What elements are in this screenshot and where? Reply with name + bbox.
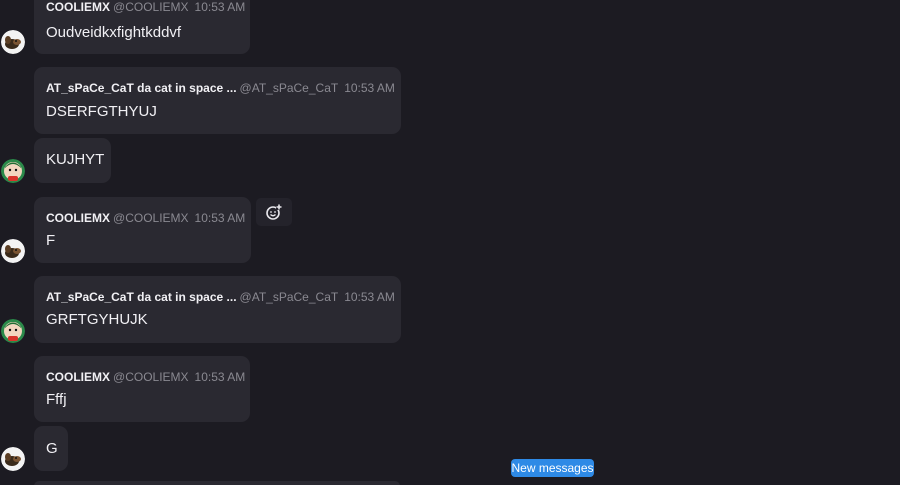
new-messages-button[interactable]: New messages xyxy=(511,459,594,477)
add-reaction-button[interactable] xyxy=(256,198,292,226)
message-bubble-partial[interactable] xyxy=(34,481,400,485)
message-timestamp: 10:53 AM xyxy=(194,211,246,225)
message-text: G xyxy=(46,440,58,457)
message-text: GRFTGYHUJK xyxy=(46,311,148,328)
message-timestamp: 10:53 AM xyxy=(344,81,395,95)
message-header: COOLIEMX @COOLIEMX 10:53 AM xyxy=(46,0,245,14)
message-header: AT_sPaCe_CaT da cat in space ... @AT_sPaC… xyxy=(46,290,395,304)
dog-avatar-icon[interactable] xyxy=(1,239,25,263)
message-bubble[interactable]: COOLIEMX @COOLIEMX 10:53 AM Oudveidkxfight… xyxy=(34,0,250,54)
message-header: COOLIEMX @COOLIEMX 10:53 AM xyxy=(46,370,245,384)
message-bubble[interactable]: COOLIEMX @COOLIEMX 10:53 AM F xyxy=(34,197,251,263)
message-text: Oudveidkxfightkddvf xyxy=(46,24,182,41)
dog-avatar-icon[interactable] xyxy=(1,30,25,54)
message-handle: @COOLIEMX xyxy=(113,211,189,225)
message-text: KUJHYT xyxy=(46,151,105,168)
character-avatar-icon[interactable] xyxy=(1,159,25,183)
dog-avatar-icon[interactable] xyxy=(1,447,25,471)
add-reaction-icon xyxy=(266,204,282,220)
message-bubble[interactable]: COOLIEMX @COOLIEMX 10:53 AM Fffj xyxy=(34,356,250,422)
message-timestamp: 10:53 AM xyxy=(344,290,395,304)
message-bubble[interactable]: KUJHYT xyxy=(34,138,111,183)
message-text: F xyxy=(46,232,56,249)
message-handle: @AT_sPaCe_CaT xyxy=(239,81,339,95)
message-timestamp: 10:53 AM xyxy=(194,0,246,14)
message-author[interactable]: COOLIEMX xyxy=(46,211,110,225)
message-header: COOLIEMX @COOLIEMX 10:53 AM xyxy=(46,211,245,225)
character-avatar-icon[interactable] xyxy=(1,319,25,343)
message-handle: @COOLIEMX xyxy=(113,370,189,384)
message-author[interactable]: AT_sPaCe_CaT da cat in space ... xyxy=(46,290,237,304)
message-timestamp: 10:53 AM xyxy=(194,370,246,384)
message-header: AT_sPaCe_CaT da cat in space ... @AT_sPaC… xyxy=(46,81,395,95)
message-handle: @COOLIEMX xyxy=(113,0,189,14)
message-author[interactable]: AT_sPaCe_CaT da cat in space ... xyxy=(46,81,237,95)
message-text: Fffj xyxy=(46,391,67,408)
message-feed[interactable]: COOLIEMX @COOLIEMX 10:53 AM Oudveidkxfight… xyxy=(0,0,900,485)
message-bubble[interactable]: AT_sPaCe_CaT da cat in space ... @AT_sPaC… xyxy=(34,67,401,134)
message-bubble[interactable]: G xyxy=(34,426,68,471)
message-bubble[interactable]: AT_sPaCe_CaT da cat in space ... @AT_sPaC… xyxy=(34,276,401,343)
message-author[interactable]: COOLIEMX xyxy=(46,0,110,14)
message-text: DSERFGTHYUJ xyxy=(46,103,157,120)
message-handle: @AT_sPaCe_CaT xyxy=(239,290,339,304)
message-author[interactable]: COOLIEMX xyxy=(46,370,110,384)
